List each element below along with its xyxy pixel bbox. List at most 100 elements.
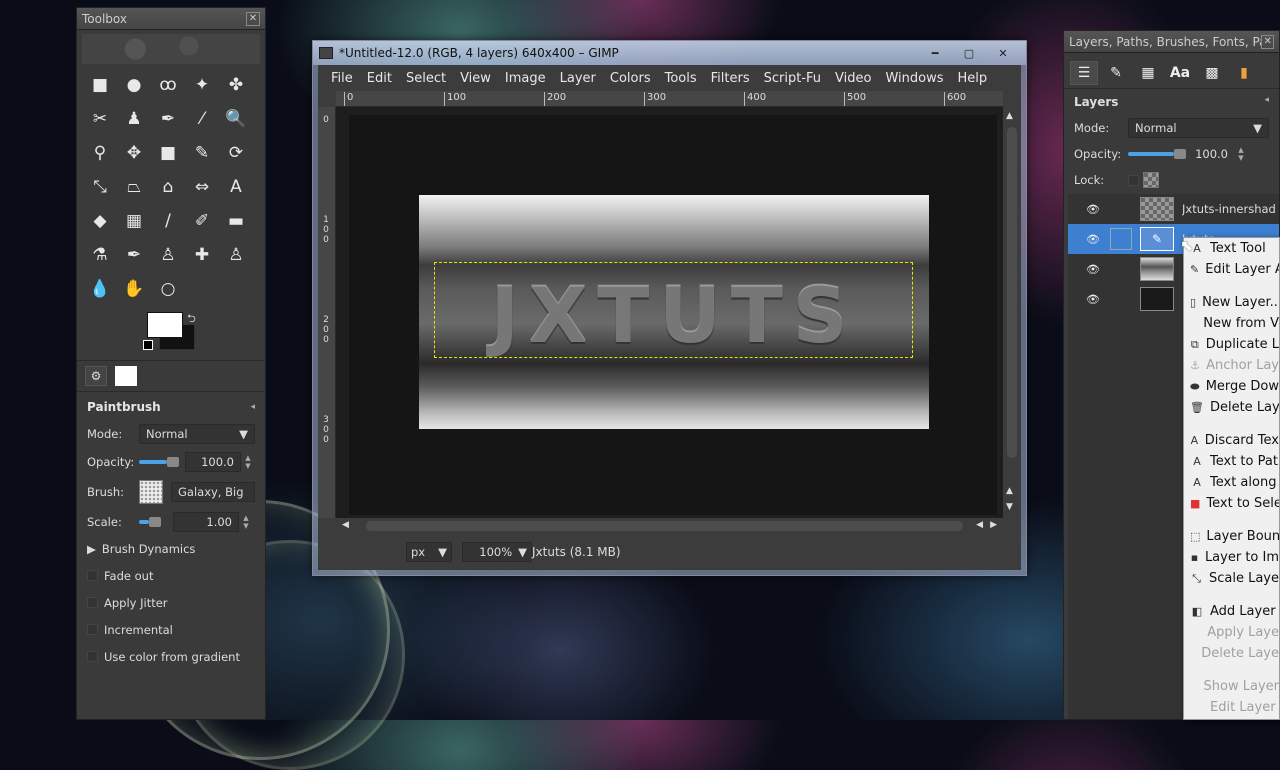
selection-marquee[interactable] <box>434 262 913 358</box>
measure-icon[interactable]: ⚲ <box>83 136 117 170</box>
opacity-slider[interactable] <box>139 457 179 467</box>
scale-spinner[interactable]: 1.00 <box>173 512 239 532</box>
context-menu-item[interactable]: A Text to Pat <box>1184 451 1279 472</box>
perspective-clone-icon[interactable]: ♙ <box>219 238 253 272</box>
text-icon[interactable]: A <box>219 170 253 204</box>
bucket-fill-icon[interactable]: ◆ <box>83 204 117 238</box>
menu-filters[interactable]: Filters <box>704 71 757 86</box>
mode-dropdown[interactable]: Normal ▼ <box>139 424 255 444</box>
menu-tools[interactable]: Tools <box>658 71 704 86</box>
eye-icon[interactable]: 👁 <box>1086 263 1102 276</box>
canvas-area[interactable]: JXTUTS <box>336 107 1003 518</box>
context-menu-item[interactable]: ⧉ Duplicate L <box>1184 334 1279 355</box>
scroll-down-icon[interactable]: ▼ <box>1006 502 1013 512</box>
tool-options-tab-icon[interactable]: ⚙ <box>85 366 107 386</box>
context-menu-item[interactable]: ⤡ Scale Laye <box>1184 568 1279 589</box>
tab-menu-icon[interactable]: ◂ <box>1264 95 1269 109</box>
paths-icon[interactable]: ✒ <box>151 102 185 136</box>
menu-colors[interactable]: Colors <box>603 71 658 86</box>
heal-icon[interactable]: ✚ <box>185 238 219 272</box>
menu-select[interactable]: Select <box>399 71 453 86</box>
align-icon[interactable]: ■ <box>151 136 185 170</box>
checkbox[interactable] <box>87 597 98 608</box>
unit-dropdown[interactable]: px ▼ <box>406 542 452 562</box>
lock-alpha-icon[interactable] <box>1143 172 1159 188</box>
palettes-tab-icon[interactable]: ▩ <box>1198 61 1226 85</box>
eye-icon[interactable]: 👁 <box>1086 203 1102 216</box>
context-menu-item[interactable]: A Discard Tex <box>1184 430 1279 451</box>
smudge-icon[interactable]: ✋ <box>117 272 151 306</box>
layers-tab-icon[interactable]: ☰ <box>1070 61 1098 85</box>
crop-icon[interactable]: ✎ <box>185 136 219 170</box>
foreground-select-icon[interactable]: ♟ <box>117 102 151 136</box>
eye-icon[interactable]: 👁 <box>1086 233 1102 246</box>
rect-select-icon[interactable]: ■ <box>83 68 117 102</box>
menu-help[interactable]: Help <box>950 71 994 86</box>
scale-stepper-icon[interactable]: ▲ ▼ <box>241 514 251 530</box>
perspective-icon[interactable]: ⌂ <box>151 170 185 204</box>
image-canvas[interactable]: JXTUTS <box>349 115 997 515</box>
horizontal-scrollbar[interactable]: ◀ ◀ ▶ <box>336 518 1003 534</box>
foreground-color-swatch[interactable] <box>147 312 183 338</box>
vertical-scroll-thumb[interactable] <box>1007 127 1017 458</box>
fonts-tab-icon[interactable]: Aa <box>1166 61 1194 85</box>
brush-dynamics-expander[interactable]: ▶ Brush Dynamics <box>77 536 265 562</box>
free-select-icon[interactable]: ꝏ <box>151 68 185 102</box>
dodge-icon[interactable]: ○ <box>151 272 185 306</box>
menu-image[interactable]: Image <box>498 71 553 86</box>
menu-layer[interactable]: Layer <box>553 71 603 86</box>
flip-icon[interactable]: ⇔ <box>185 170 219 204</box>
scroll-left-icon[interactable]: ◀ <box>976 520 983 530</box>
scroll-right-icon[interactable]: ▶ <box>990 520 997 530</box>
option-checkbox-row[interactable]: Fade out <box>77 562 265 589</box>
paintbrush-icon[interactable]: ✐ <box>185 204 219 238</box>
menu-view[interactable]: View <box>453 71 498 86</box>
vertical-ruler[interactable]: 0 100 200 300 <box>318 107 336 518</box>
zoom-dropdown[interactable]: 100% ▼ <box>462 542 532 562</box>
scale-slider[interactable] <box>139 517 167 527</box>
ink-icon[interactable]: ✒ <box>117 238 151 272</box>
option-checkbox-row[interactable]: Incremental <box>77 616 265 643</box>
pencil-icon[interactable]: / <box>151 204 185 238</box>
opacity-stepper-icon[interactable]: ▲ ▼ <box>243 454 253 470</box>
layer-opacity-slider[interactable] <box>1128 149 1186 159</box>
layer-opacity-spinner[interactable]: 100.0 <box>1192 144 1234 164</box>
context-menu-item[interactable]: ⬬ Merge Dow <box>1184 376 1279 397</box>
opacity-stepper-icon[interactable]: ▲ ▼ <box>1236 146 1246 162</box>
blur-icon[interactable]: 💧 <box>83 272 117 306</box>
context-menu-item[interactable]: ■ Text to Sele <box>1184 493 1279 514</box>
brush-preview[interactable] <box>139 480 163 504</box>
zoom-icon[interactable]: 🔍 <box>219 102 253 136</box>
eraser-icon[interactable]: ▬ <box>219 204 253 238</box>
option-checkbox-row[interactable]: Apply Jitter <box>77 589 265 616</box>
horizontal-ruler[interactable]: 0 100 200 300 400 500 600 <box>336 91 1003 107</box>
menu-edit[interactable]: Edit <box>360 71 399 86</box>
close-icon[interactable]: ✕ <box>246 11 260 26</box>
shear-icon[interactable]: ⏢ <box>117 170 151 204</box>
context-menu-item[interactable]: ◧ Add Layer <box>1184 601 1279 622</box>
horizontal-scroll-thumb[interactable] <box>366 521 963 531</box>
color-picker-icon[interactable]: ⁄ <box>185 102 219 136</box>
scroll-up-icon[interactable]: ▲ <box>1006 486 1013 496</box>
menu-script-fu[interactable]: Script-Fu <box>757 71 828 86</box>
close-icon[interactable]: ✕ <box>1261 34 1274 49</box>
layer-mode-dropdown[interactable]: Normal ▼ <box>1128 118 1269 138</box>
context-menu-item[interactable]: ⬚ Layer Boun <box>1184 526 1279 547</box>
chain-toggle[interactable] <box>1110 258 1132 280</box>
color-select-icon[interactable]: ✤ <box>219 68 253 102</box>
lock-pixels-checkbox[interactable] <box>1128 174 1139 186</box>
eye-icon[interactable]: 👁 <box>1086 293 1102 306</box>
checkbox[interactable] <box>87 624 98 635</box>
context-menu-item[interactable]: A Text Tool <box>1184 238 1279 259</box>
scroll-up-icon[interactable]: ▲ <box>1006 111 1013 121</box>
airbrush-icon[interactable]: ⚗ <box>83 238 117 272</box>
blend-icon[interactable]: ▦ <box>117 204 151 238</box>
chain-toggle[interactable] <box>1110 198 1132 220</box>
maximize-icon[interactable]: ▢ <box>952 44 986 62</box>
gradients-tab-icon[interactable]: ▮ <box>1230 61 1258 85</box>
opacity-spinner[interactable]: 100.0 <box>185 452 241 472</box>
context-menu-item[interactable]: ▪ Layer to Im <box>1184 547 1279 568</box>
ellipse-select-icon[interactable]: ● <box>117 68 151 102</box>
layer-row[interactable]: 👁 Jxtuts-innershad <box>1068 194 1279 224</box>
clone-icon[interactable]: ♙ <box>151 238 185 272</box>
